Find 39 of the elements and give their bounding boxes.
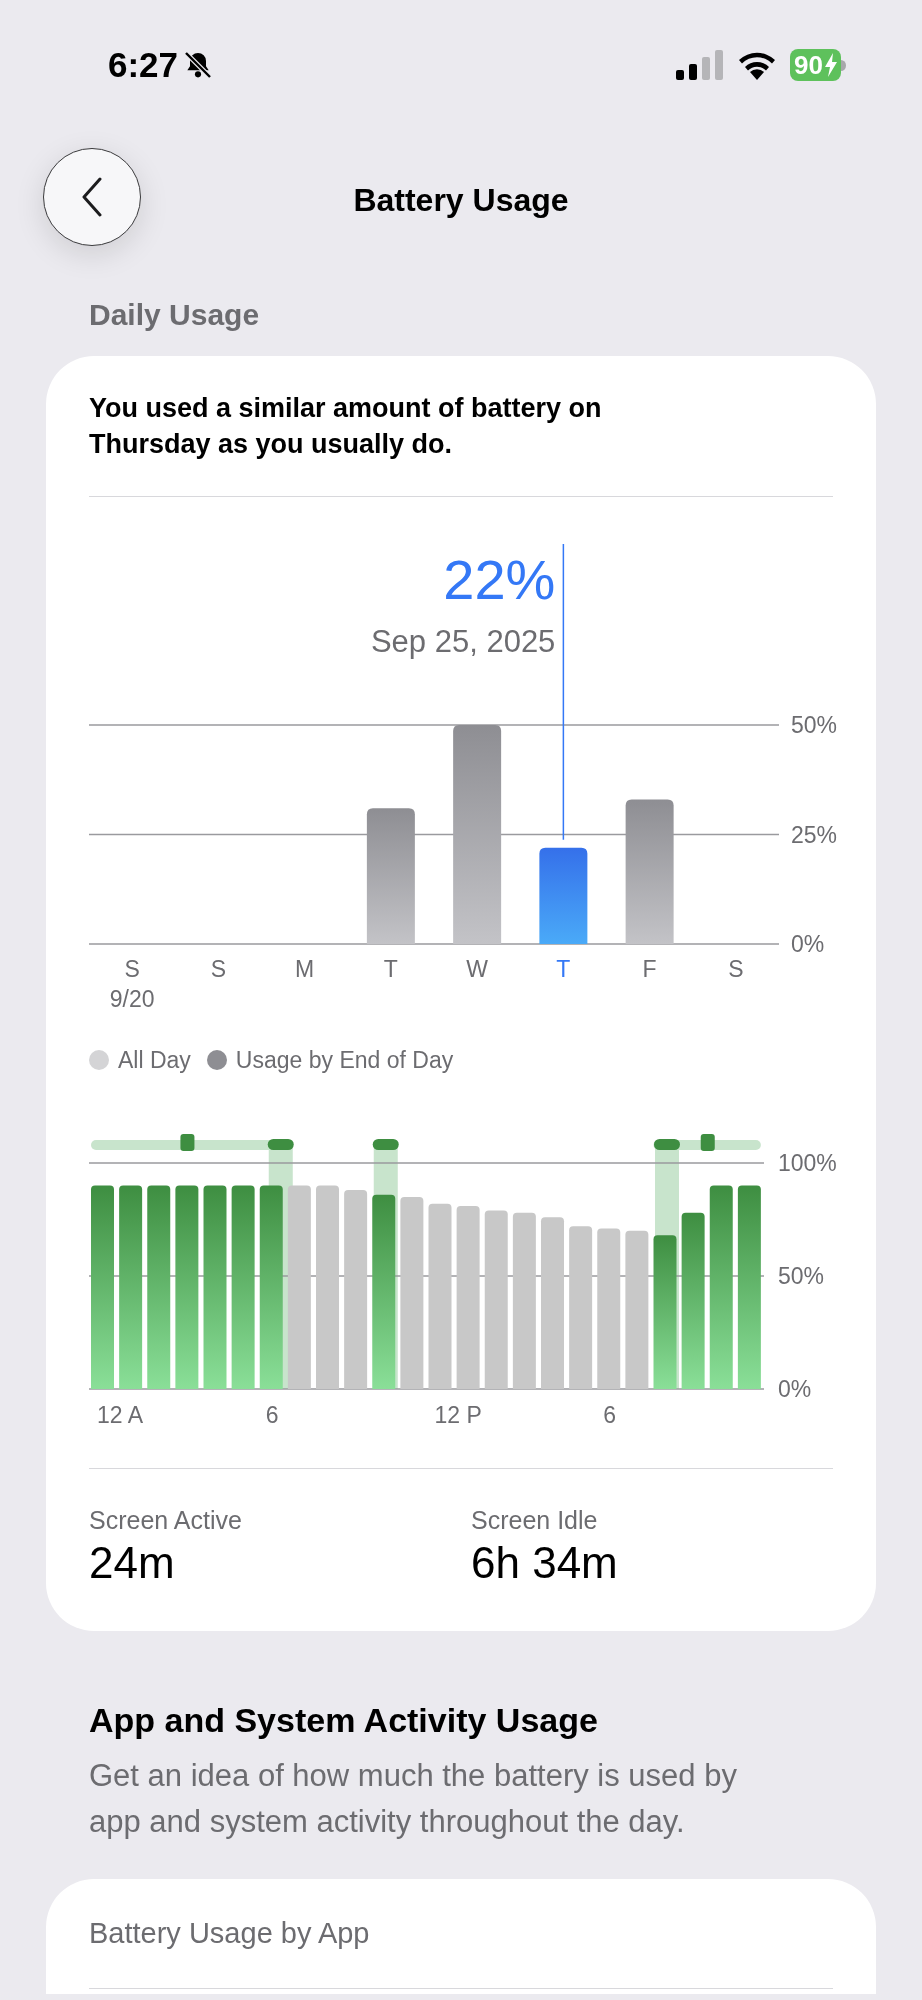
axis-label: S (124, 956, 140, 982)
battery-nub-icon (841, 59, 846, 71)
axis-label: T (556, 956, 571, 982)
axis-label: W (466, 956, 488, 982)
axis-label: 50% (778, 1262, 825, 1289)
axis-label: 12 P (434, 1401, 482, 1428)
stat-label: Screen Idle (471, 1504, 599, 1535)
chevron-left-icon (81, 177, 103, 217)
axis-label: 6 (265, 1401, 279, 1428)
page-title: Battery Usage (353, 181, 569, 220)
axis-label: M (295, 956, 315, 982)
selected-date: Sep 25, 2025 (370, 624, 556, 659)
battery-percent: 90 (794, 52, 823, 78)
axis-label: 25% (791, 821, 838, 848)
axis-label: 100% (778, 1149, 837, 1176)
axis-label: 12 A (97, 1401, 144, 1428)
legend-label: All Day (118, 1046, 191, 1075)
axis-label: 50% (791, 712, 838, 738)
status-time: 6:27 (108, 43, 179, 86)
axis-label: 6 (603, 1401, 617, 1428)
axis-label: 0% (791, 931, 825, 957)
card-title: Battery Usage by App (89, 1915, 371, 1951)
legend-label: Usage by End of Day (235, 1046, 454, 1075)
axis-label: F (642, 956, 657, 982)
signal-icon (676, 50, 725, 80)
bolt-icon (824, 53, 838, 77)
axis-label: T (383, 956, 398, 982)
usage-summary: You used a similar amount of battery on Thursday as you usually do. (89, 392, 603, 461)
axis-label: 0% (778, 1375, 812, 1402)
stat-value: 24m (89, 1536, 176, 1589)
section-header: Daily Usage (88, 297, 261, 333)
stat-value: 6h 34m (471, 1536, 619, 1589)
selected-value: 22% (443, 548, 556, 611)
axis-label: 9/20 (109, 986, 155, 1012)
section-title: App and System Activity Usage (89, 1699, 599, 1741)
section-description: Get an idea of how much the battery is used by app and system activity throughout the day. (89, 1756, 738, 1841)
axis-label: S (728, 956, 744, 982)
stat-label: Screen Active (89, 1504, 243, 1535)
axis-label: S (210, 956, 227, 982)
